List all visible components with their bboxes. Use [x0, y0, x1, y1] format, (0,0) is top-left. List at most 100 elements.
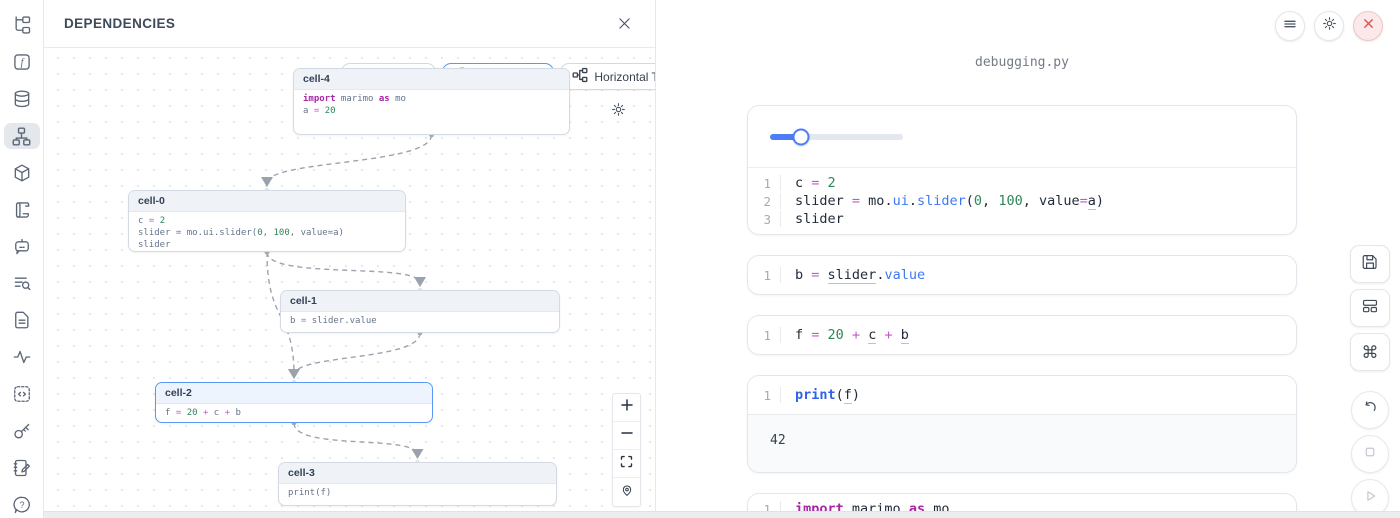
code-line: 1 f = 20 + c + b: [748, 326, 1296, 344]
sidebar-item-datasources[interactable]: [4, 86, 40, 113]
graph-node-cell-4[interactable]: cell-4import marimo as moa = 20: [293, 68, 570, 135]
graph-settings-gear-icon[interactable]: [610, 101, 627, 123]
notebook-cells: 1 c = 2 2 slider = mo.ui.slider(0, 100, …: [747, 105, 1297, 518]
icon-sidebar: f?: [0, 0, 44, 518]
command-icon: ⌘: [1362, 344, 1379, 361]
zoom-out-button[interactable]: [613, 422, 640, 450]
notebook-cell[interactable]: 1 f = 20 + c + b: [747, 315, 1297, 355]
dependency-graph-canvas[interactable]: Mini MapVertical TreeHorizontal Tree cel…: [44, 48, 655, 518]
slider-handle[interactable]: [792, 128, 809, 145]
gear-icon: [1321, 15, 1338, 37]
shutdown-button[interactable]: [1353, 11, 1383, 41]
undo-icon: [1361, 399, 1379, 422]
sidebar-item-snippets[interactable]: [4, 381, 40, 408]
play-icon: [1361, 487, 1379, 510]
code-text: slider = mo.ui.slider(0, 100, value=a): [780, 193, 1104, 209]
sidebar-item-search-logs[interactable]: [4, 270, 40, 297]
stop-button[interactable]: [1351, 435, 1389, 473]
graph-node-cell-0[interactable]: cell-0c = 2slider = mo.ui.slider(0, 100,…: [128, 190, 406, 252]
graph-node-code-line: slider: [138, 239, 396, 251]
sidebar-item-help[interactable]: ?: [4, 491, 40, 518]
sidebar-item-secrets[interactable]: [4, 417, 40, 444]
notebook-action-rail: ⌘: [1350, 245, 1390, 517]
sidebar-item-dependencies[interactable]: [4, 123, 40, 150]
svg-text:?: ?: [19, 500, 24, 510]
logs-scroll-icon: [12, 200, 32, 220]
svg-text:f: f: [20, 58, 24, 69]
layout-button[interactable]: [1350, 289, 1390, 327]
graph-node-code-line: slider = mo.ui.slider(0, 100, value=a): [138, 227, 396, 239]
sidebar-item-logs-scroll[interactable]: [4, 196, 40, 223]
slider-output-area: [748, 106, 1296, 168]
save-button[interactable]: [1350, 245, 1390, 283]
line-number: 1: [748, 388, 780, 403]
cell-code-editor[interactable]: 1 f = 20 + c + b: [748, 316, 1296, 354]
file-tree-icon: [12, 15, 32, 35]
fit-view-icon: [620, 483, 634, 502]
graph-node-cell-3[interactable]: cell-3print(f): [278, 462, 557, 506]
sidebar-item-functions[interactable]: f: [4, 49, 40, 76]
code-text: print(f): [780, 387, 860, 403]
code-text: f = 20 + c + b: [780, 327, 909, 343]
fullscreen-icon: [619, 454, 634, 474]
zoom-out-icon: [619, 425, 635, 446]
zoom-in-icon: [619, 397, 635, 418]
panel-title: DEPENDENCIES: [64, 16, 175, 31]
dependencies-panel-header: DEPENDENCIES: [44, 0, 655, 48]
graph-node-cell-1[interactable]: cell-1 b = slider.value: [280, 290, 560, 333]
graph-node-code: print(f): [279, 484, 556, 502]
sidebar-item-tracing[interactable]: [4, 344, 40, 371]
code-line: 1 c = 2: [748, 174, 1296, 192]
notebook-cell[interactable]: 1 print(f) 42: [747, 375, 1297, 473]
cell-code-editor[interactable]: 1 c = 2 2 slider = mo.ui.slider(0, 100, …: [748, 168, 1296, 234]
graph-zoom-controls: [612, 393, 641, 507]
undo-button[interactable]: [1351, 391, 1389, 429]
zoom-in-button[interactable]: [613, 394, 640, 422]
sidebar-item-file-tree[interactable]: [4, 12, 40, 39]
notebook-filename: debugging.py: [747, 55, 1297, 70]
graph-node-title: cell-1: [281, 291, 559, 312]
ai-chat-icon: [12, 237, 32, 257]
dependencies-icon: [11, 126, 32, 147]
save-icon: [1361, 253, 1379, 276]
slider-widget[interactable]: [770, 134, 903, 140]
tracing-icon: [12, 347, 32, 367]
app-window: f? DEPENDENCIES Mini MapVertical TreeHor…: [0, 0, 1400, 518]
sidebar-item-scratchpad[interactable]: [4, 454, 40, 481]
graph-node-code-line: c = 2: [138, 215, 396, 227]
cell-output: 42: [748, 414, 1296, 472]
cell-code-editor[interactable]: 1 b = slider.value: [748, 256, 1296, 294]
fit-view-button[interactable]: [613, 478, 640, 506]
graph-view-button-label: Horizontal Tree: [594, 70, 655, 84]
cell-code-editor[interactable]: 1 print(f): [748, 376, 1296, 414]
notebook-cell[interactable]: 1 c = 2 2 slider = mo.ui.slider(0, 100, …: [747, 105, 1297, 235]
sidebar-item-packages[interactable]: [4, 159, 40, 186]
horizontal-scrollbar[interactable]: [44, 511, 1400, 518]
graph-node-cell-2[interactable]: cell-2f = 20 + c + b: [155, 382, 433, 423]
graph-node-code: f = 20 + c + b: [156, 404, 432, 422]
notebook-cell[interactable]: 1 b = slider.value: [747, 255, 1297, 295]
graph-node-code-line: b = slider.value: [290, 315, 550, 327]
sidebar-item-ai-chat[interactable]: [4, 233, 40, 260]
notebook-top-buttons: [1275, 11, 1383, 41]
sidebar-item-documentation[interactable]: [4, 307, 40, 334]
code-text: slider: [780, 211, 844, 227]
code-text: b = slider.value: [780, 267, 925, 283]
stop-icon: [1361, 443, 1379, 466]
scratchpad-icon: [12, 458, 32, 478]
code-line: 3 slider: [748, 210, 1296, 228]
close-red-icon: [1361, 16, 1376, 36]
fullscreen-button[interactable]: [613, 450, 640, 478]
graph-node-code-line: a = 20: [303, 105, 560, 117]
graph-node-code-line: f = 20 + c + b: [165, 407, 423, 419]
code-line: 1 print(f): [748, 386, 1296, 404]
command-palette-button[interactable]: ⌘: [1350, 333, 1390, 371]
snippets-icon: [12, 384, 32, 404]
close-icon[interactable]: [613, 13, 635, 35]
search-logs-icon: [12, 273, 32, 293]
line-number: 1: [748, 176, 780, 191]
settings-button[interactable]: [1314, 11, 1344, 41]
help-icon: ?: [12, 495, 32, 515]
menu-button[interactable]: [1275, 11, 1305, 41]
graph-view-button-horizontal-tree[interactable]: Horizontal Tree: [560, 63, 655, 90]
